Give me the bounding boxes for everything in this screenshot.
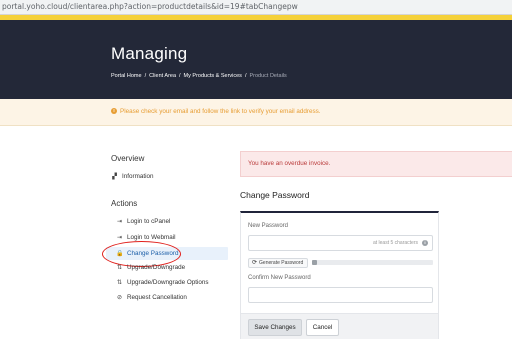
sidebar-item-label: Information (122, 173, 154, 180)
cancel-button[interactable]: Cancel (306, 319, 339, 336)
breadcrumb: Portal Home / Client Area / My Products & Se… (111, 73, 287, 79)
warning-icon: ! (111, 108, 117, 114)
sidebar-item-information[interactable]: ▞ Information (111, 172, 154, 182)
save-changes-button[interactable]: Save Changes (248, 319, 302, 336)
upgrade-icon: ⇅ (116, 280, 123, 286)
sidebar-item-label: Upgrade/Downgrade Options (127, 279, 209, 286)
url-text[interactable]: portal.yoho.cloud/clientarea.php?action=… (2, 2, 298, 11)
generate-password-label: Generate Password (259, 260, 304, 266)
upgrade-icon: ⇅ (116, 265, 123, 271)
actions-heading: Actions (111, 199, 138, 208)
new-password-label: New Password (248, 223, 289, 229)
password-hint: at least 5 characters (372, 240, 418, 246)
password-strength-meter (312, 260, 433, 265)
sidebar-item-label: Login to cPanel (127, 218, 171, 225)
sidebar-item-upgrade-downgrade[interactable]: ⇅ Upgrade/Downgrade (116, 263, 185, 273)
sidebar-item-request-cancellation[interactable]: ⊘ Request Cancellation (116, 293, 187, 303)
sidebar-item-label: Request Cancellation (127, 294, 187, 301)
overview-heading: Overview (111, 154, 145, 163)
breadcrumb-client-area[interactable]: Client Area (149, 73, 176, 79)
sidebar-item-upgrade-options[interactable]: ⇅ Upgrade/Downgrade Options (116, 278, 209, 288)
form-footer: Save Changes Cancel (241, 313, 438, 339)
change-password-title: Change Password (240, 190, 310, 200)
page-title: Managing (111, 44, 188, 63)
generate-password-button[interactable]: ⟳ Generate Password (248, 258, 308, 268)
address-bar[interactable]: portal.yoho.cloud/clientarea.php?action=… (0, 0, 512, 15)
notice-text: Please check your email and follow the l… (120, 108, 321, 115)
page-header: Managing Portal Home / Client Area / My Prod… (0, 15, 512, 99)
login-icon: ⇥ (116, 235, 123, 241)
breadcrumb-separator: / (244, 73, 247, 79)
password-strength-fill (312, 260, 317, 265)
breadcrumb-my-products[interactable]: My Products & Services (184, 73, 242, 79)
confirm-password-label: Confirm New Password (248, 275, 311, 281)
info-icon[interactable]: i (422, 240, 428, 246)
confirm-password-field[interactable] (248, 287, 433, 303)
breadcrumb-portal-home[interactable]: Portal Home (111, 73, 142, 79)
breadcrumb-separator: / (179, 73, 181, 79)
verify-email-notice: ! Please check your email and follow the… (0, 99, 512, 126)
refresh-icon: ⟳ (252, 260, 258, 266)
change-password-form: New Password at least 5 characters i ⟳ Ge… (240, 211, 439, 339)
login-icon: ⇥ (116, 219, 123, 225)
breadcrumb-product-details: Product Details (249, 73, 287, 79)
grid-icon: ▞ (112, 174, 117, 180)
new-password-field[interactable]: at least 5 characters i (248, 235, 433, 251)
sidebar-item-label: Login to Webmail (127, 234, 176, 241)
breadcrumb-separator: / (144, 73, 147, 79)
cancel-icon: ⊘ (116, 295, 123, 301)
alert-text: You have an overdue invoice. (248, 160, 331, 167)
sidebar-item-label: Upgrade/Downgrade (127, 264, 186, 271)
sidebar-item-login-cpanel[interactable]: ⇥ Login to cPanel (116, 217, 170, 227)
overdue-invoice-alert: You have an overdue invoice. (240, 151, 512, 177)
